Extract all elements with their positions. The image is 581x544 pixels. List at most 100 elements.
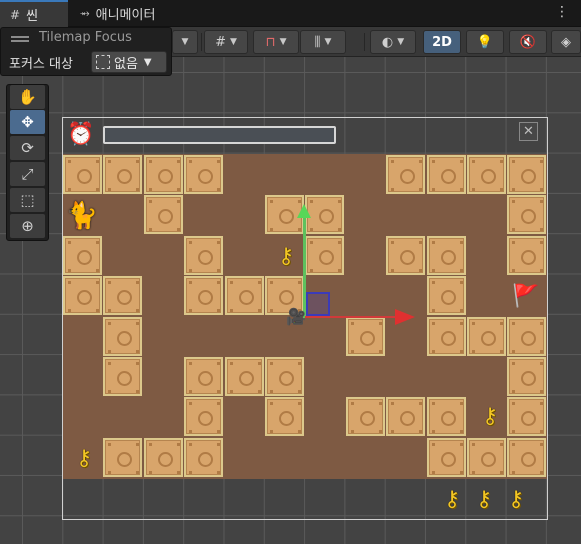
wall-tile[interactable] <box>224 357 264 396</box>
wall-tile[interactable] <box>265 397 304 437</box>
wall-tile[interactable] <box>507 437 547 477</box>
wall-tile[interactable] <box>386 397 426 437</box>
transform-all-icon: ⊕ <box>21 217 34 235</box>
move-arrows-icon: ✥ <box>21 113 34 131</box>
wall-tile[interactable] <box>184 437 224 477</box>
gizmo-x-arrow-icon[interactable] <box>395 309 415 325</box>
speaker-mute-icon: 🔇 <box>519 34 537 50</box>
effects-toggle[interactable]: ◈ <box>551 30 581 54</box>
wall-tile[interactable] <box>467 316 506 356</box>
tilemap-focus-overlay: Tilemap Focus 포커스 대상 없음 ▼ <box>0 27 172 76</box>
wall-tile[interactable] <box>467 437 506 477</box>
chevron-down-icon: ▼ <box>143 56 152 68</box>
camera-gizmo-icon[interactable]: 🎥 <box>286 307 306 326</box>
wall-tile[interactable] <box>345 397 385 437</box>
wall-tile[interactable] <box>184 276 224 316</box>
focus-target-label: 포커스 대상 <box>9 57 73 72</box>
wall-tile[interactable] <box>143 155 183 194</box>
timer-progress-bar <box>103 126 336 144</box>
wall-tile[interactable] <box>386 235 426 275</box>
rect-tool-button[interactable]: ⬚ <box>10 188 45 212</box>
chevron-down-icon: ▼ <box>397 37 405 47</box>
scene-grid-icon: # <box>10 7 21 22</box>
more-options-icon[interactable]: ⋮ <box>555 4 569 20</box>
wall-tile[interactable] <box>507 235 547 275</box>
lighting-toggle[interactable]: 💡 <box>466 30 504 54</box>
wall-tile[interactable] <box>103 276 143 316</box>
grid-snap-icon: # <box>215 34 226 50</box>
transform-tool-button[interactable]: ⊕ <box>10 214 45 238</box>
wall-tile[interactable] <box>103 437 143 477</box>
wall-tile[interactable] <box>507 397 547 437</box>
wall-tile[interactable] <box>305 195 345 235</box>
wall-tile[interactable] <box>143 195 183 235</box>
black-cat-player-sprite[interactable]: 🐈 <box>64 198 100 234</box>
toolbar-dropdown-partial[interactable]: ▼ <box>172 30 198 54</box>
rotate-tool-button[interactable]: ⟳ <box>10 136 45 160</box>
transform-tools-panel: ✋ ✥ ⟳ ⤢ ⬚ ⊕ <box>6 84 49 241</box>
tab-animator[interactable]: ⥇ 애니메이터 <box>70 0 165 27</box>
key-counter-icon: ⚷ <box>475 486 493 512</box>
gizmo-x-axis-handle[interactable] <box>305 316 397 318</box>
wall-tile[interactable] <box>103 357 143 396</box>
animator-icon: ⥇ <box>80 6 90 20</box>
move-tool-button[interactable]: ✥ <box>10 110 45 134</box>
goal-flag-icon[interactable]: 🚩 <box>508 278 544 314</box>
wall-tile[interactable] <box>507 195 547 235</box>
separator <box>201 33 202 51</box>
wall-tile[interactable] <box>184 397 224 437</box>
key-icon[interactable]: ⚷ <box>472 398 508 434</box>
gizmo-xy-plane-handle[interactable] <box>306 292 330 316</box>
gizmo-y-arrow-icon[interactable] <box>297 204 311 218</box>
scale-icon: ⤢ <box>21 165 34 183</box>
chevron-down-icon: ▼ <box>324 37 332 47</box>
wall-tile[interactable] <box>63 155 102 194</box>
grid-snap-button[interactable]: # ▼ <box>204 30 248 54</box>
wall-tile[interactable] <box>184 357 224 396</box>
key-icon[interactable]: ⚷ <box>66 440 102 476</box>
wall-tile[interactable] <box>184 155 224 194</box>
rotate-icon: ⟳ <box>21 139 34 157</box>
wall-tile[interactable] <box>426 155 466 194</box>
wall-tile[interactable] <box>507 316 547 356</box>
wall-tile[interactable] <box>507 357 547 396</box>
wall-tile[interactable] <box>386 155 426 194</box>
wall-tile[interactable] <box>426 437 466 477</box>
mode-2d-toggle[interactable]: 2D <box>423 30 461 54</box>
focus-target-value: 없음 <box>114 56 138 72</box>
wall-tile[interactable] <box>426 397 466 437</box>
wall-tile[interactable] <box>103 316 143 356</box>
wall-tile[interactable] <box>345 316 385 356</box>
wall-tile[interactable] <box>143 437 183 477</box>
drag-handle-icon[interactable] <box>11 36 29 42</box>
alarm-clock-icon: ⏰ <box>67 121 95 147</box>
grid-visibility-button[interactable]: ⫼ ▼ <box>300 30 346 54</box>
separator <box>364 33 365 51</box>
key-counter-icon: ⚷ <box>443 486 461 512</box>
chevron-down-icon: ▼ <box>279 37 287 47</box>
increment-snap-button[interactable]: ⊓ ▼ <box>253 30 299 54</box>
scale-tool-button[interactable]: ⤢ <box>10 162 45 186</box>
wall-tile[interactable] <box>426 316 466 356</box>
wall-tile[interactable] <box>103 155 143 194</box>
wall-tile[interactable] <box>426 235 466 275</box>
hand-tool-button[interactable]: ✋ <box>10 85 45 109</box>
wall-tile[interactable] <box>63 276 102 316</box>
focus-target-dropdown[interactable]: 없음 ▼ <box>91 51 167 73</box>
wall-tile[interactable] <box>184 235 224 275</box>
wall-tile[interactable] <box>305 235 345 275</box>
editor-tab-bar: # 씬 ⥇ 애니메이터 ⋮ <box>0 0 581 27</box>
tab-animator-label: 애니메이터 <box>95 8 156 23</box>
key-icon[interactable]: ⚷ <box>268 238 304 274</box>
wall-tile[interactable] <box>224 276 264 316</box>
wall-tile[interactable] <box>265 357 304 396</box>
tab-scene[interactable]: # 씬 <box>0 0 68 27</box>
audio-toggle[interactable]: 🔇 <box>509 30 547 54</box>
chevron-down-icon: ▼ <box>229 37 237 47</box>
wall-tile[interactable] <box>63 235 102 275</box>
wall-tile[interactable] <box>467 155 506 194</box>
wall-tile[interactable] <box>507 155 547 194</box>
draw-mode-button[interactable]: ◐ ▼ <box>370 30 416 54</box>
close-icon[interactable]: ✕ <box>519 122 538 141</box>
wall-tile[interactable] <box>426 276 466 316</box>
